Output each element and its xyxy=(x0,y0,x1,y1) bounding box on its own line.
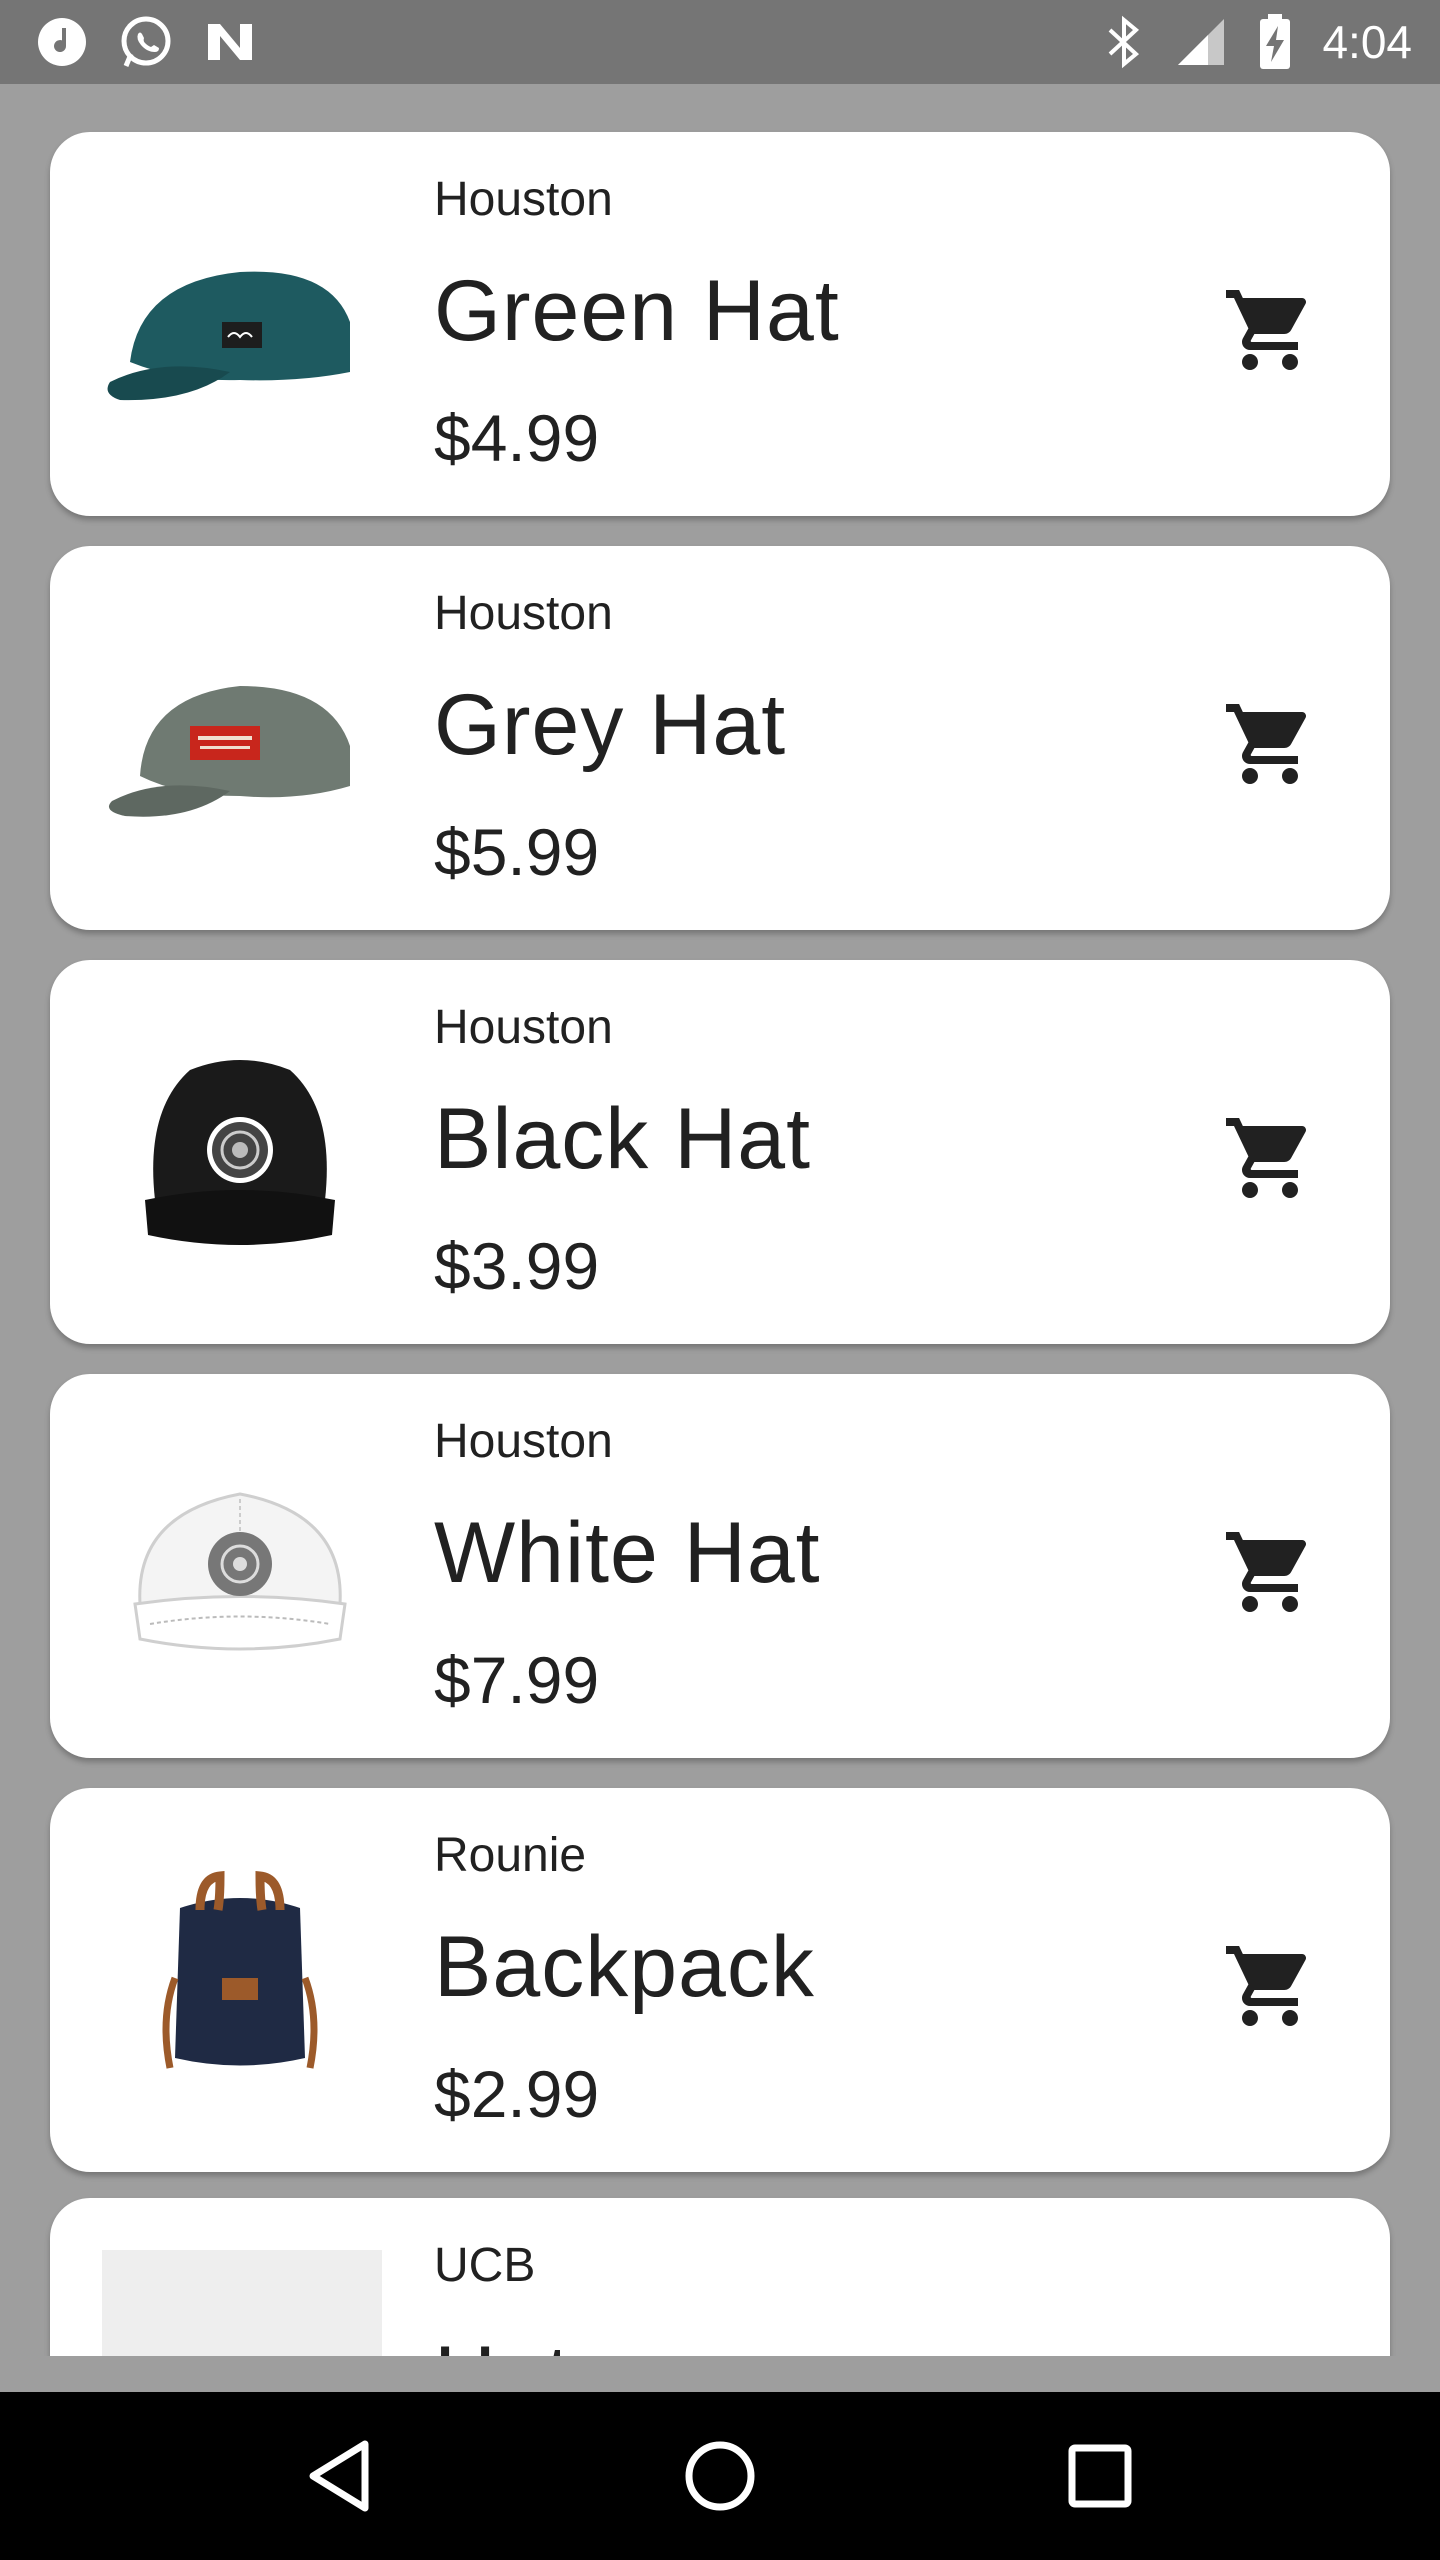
recents-icon xyxy=(1068,2444,1132,2508)
music-note-icon xyxy=(36,16,88,68)
product-card-backpack[interactable]: Rounie Backpack $2.99 xyxy=(50,1788,1390,2172)
battery-charging-icon xyxy=(1258,14,1292,70)
product-image-grey-hat xyxy=(100,616,380,856)
cart-icon xyxy=(1226,290,1307,370)
status-bar: 4:04 xyxy=(0,0,1440,84)
product-brand: UCB xyxy=(434,2239,536,2292)
product-price: $5.99 xyxy=(434,815,600,889)
product-image-placeholder xyxy=(102,2250,382,2356)
product-brand: Houston xyxy=(434,1001,613,1054)
product-card-ucb-hat[interactable]: UCB Hat xyxy=(50,2198,1390,2356)
product-list[interactable]: Houston Green Hat $4.99 Houston Grey Hat… xyxy=(0,84,1440,2356)
status-time: 4:04 xyxy=(1322,16,1412,68)
home-button[interactable] xyxy=(665,2421,775,2531)
home-icon xyxy=(685,2441,755,2511)
add-to-cart-button[interactable] xyxy=(1220,1108,1320,1208)
product-card-grey-hat[interactable]: Houston Grey Hat $5.99 xyxy=(50,546,1390,930)
add-to-cart-button[interactable] xyxy=(1220,280,1320,380)
product-name: Green Hat xyxy=(434,263,840,359)
product-brand: Houston xyxy=(434,587,613,640)
product-name: White Hat xyxy=(434,1505,821,1601)
cart-icon xyxy=(1222,2350,1318,2356)
add-to-cart-button[interactable] xyxy=(1220,1522,1320,1622)
product-image-black-hat xyxy=(100,1030,380,1270)
product-brand: Houston xyxy=(434,1415,613,1468)
back-icon xyxy=(309,2440,369,2512)
cart-icon xyxy=(1226,1532,1307,1612)
product-price: $4.99 xyxy=(434,401,600,475)
product-image-green-hat xyxy=(100,202,380,442)
whatsapp-icon xyxy=(118,14,174,70)
status-left-icons xyxy=(36,14,256,70)
product-card-black-hat[interactable]: Houston Black Hat $3.99 xyxy=(50,960,1390,1344)
recents-button[interactable] xyxy=(1045,2421,1155,2531)
product-brand: Rounie xyxy=(434,1829,587,1882)
product-price: $2.99 xyxy=(434,2057,600,2131)
status-right-icons: 4:04 xyxy=(1104,14,1412,70)
n-app-icon xyxy=(204,16,256,68)
product-image-white-hat xyxy=(100,1444,380,1684)
product-card-white-hat[interactable]: Houston White Hat $7.99 xyxy=(50,1374,1390,1758)
system-nav-bar xyxy=(0,2392,1440,2560)
product-card-green-hat[interactable]: Houston Green Hat $4.99 xyxy=(50,132,1390,516)
product-image-backpack xyxy=(100,1858,380,2098)
bluetooth-icon xyxy=(1104,14,1144,70)
product-price: $3.99 xyxy=(434,1229,600,1303)
add-to-cart-button[interactable] xyxy=(1220,2348,1320,2356)
cart-icon xyxy=(1226,1946,1307,2026)
product-name: Hat xyxy=(434,2328,571,2356)
product-name: Grey Hat xyxy=(434,677,787,773)
cart-icon xyxy=(1226,704,1307,784)
product-name: Black Hat xyxy=(434,1091,812,1187)
add-to-cart-button[interactable] xyxy=(1220,694,1320,794)
cart-icon xyxy=(1226,1118,1307,1198)
add-to-cart-button[interactable] xyxy=(1220,1936,1320,2036)
back-button[interactable] xyxy=(285,2421,395,2531)
product-name: Backpack xyxy=(434,1919,815,2015)
signal-icon xyxy=(1174,15,1228,69)
product-price: $7.99 xyxy=(434,1643,600,1717)
product-brand: Houston xyxy=(434,173,613,226)
